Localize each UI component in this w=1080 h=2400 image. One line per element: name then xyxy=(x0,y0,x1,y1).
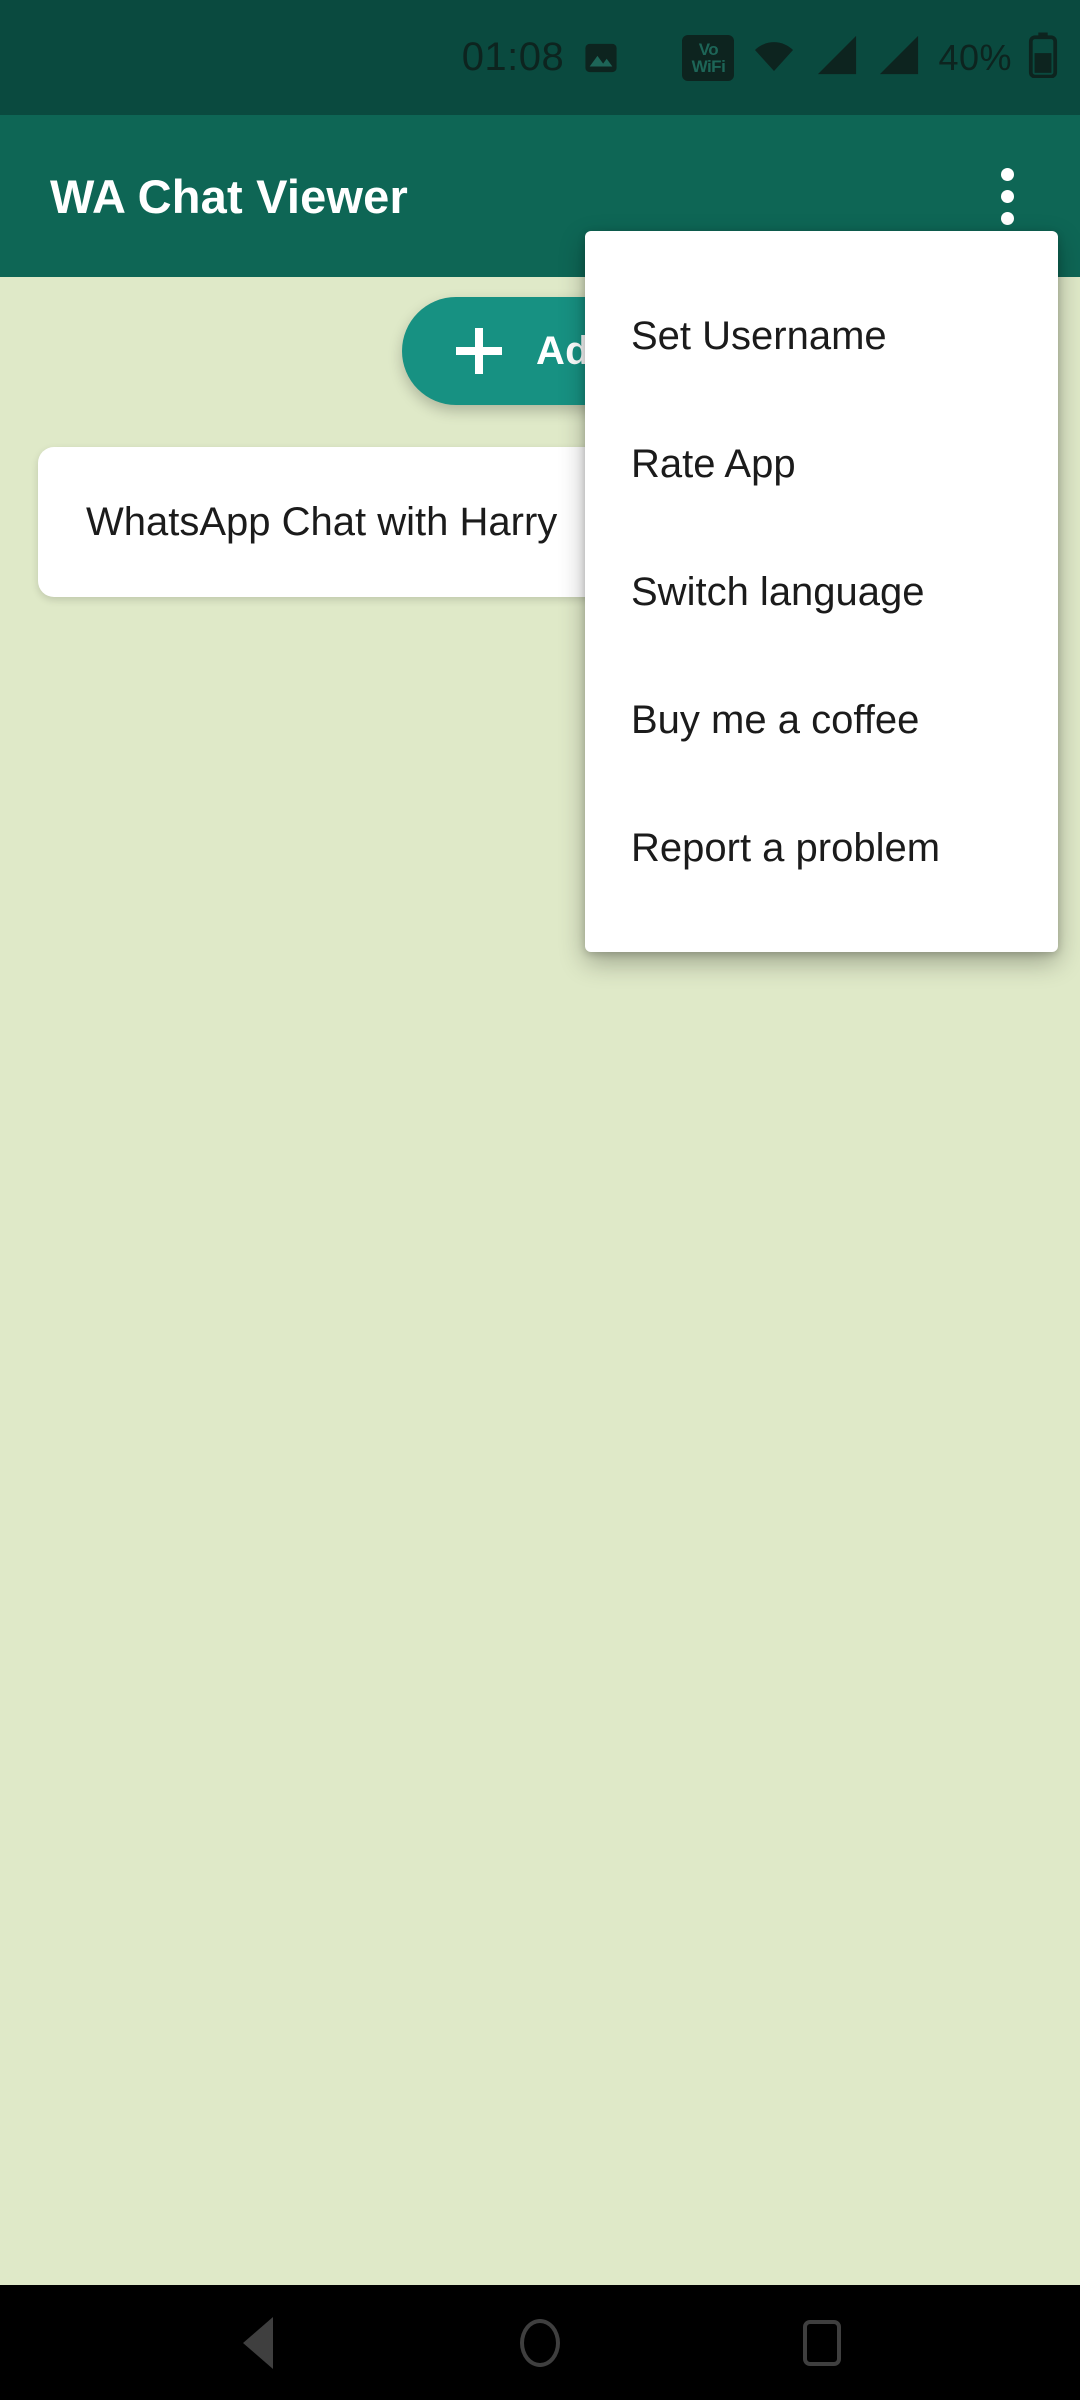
menu-item-label: Switch language xyxy=(631,569,925,614)
status-bar-right-group: Vo WiFi 40% xyxy=(682,0,1058,115)
menu-item-label: Rate App xyxy=(631,441,796,486)
vowifi-label-top: Vo xyxy=(698,39,719,59)
menu-item-set-username[interactable]: Set Username xyxy=(585,272,1058,400)
overflow-dot xyxy=(1000,167,1014,181)
page-title: WA Chat Viewer xyxy=(50,169,409,223)
vowifi-dual-sim-icon: Vo WiFi xyxy=(682,34,735,81)
menu-item-label: Report a problem xyxy=(631,825,941,870)
menu-item-switch-language[interactable]: Switch language xyxy=(585,528,1058,656)
back-triangle-icon[interactable] xyxy=(223,2308,293,2378)
battery-icon xyxy=(1028,32,1058,83)
overflow-dot xyxy=(1000,189,1014,203)
android-navigation-bar xyxy=(0,2285,1080,2400)
status-bar: 01:08 Vo WiFi 40% xyxy=(0,0,1080,115)
overflow-menu: Set Username Rate App Switch language Bu… xyxy=(585,231,1058,952)
more-vertical-icon[interactable] xyxy=(964,153,1050,239)
menu-item-rate-app[interactable]: Rate App xyxy=(585,400,1058,528)
phone-screen: 01:08 Vo WiFi 40% WA Chat Viewer Add Wha… xyxy=(0,0,1080,2400)
status-bar-clock: 01:08 xyxy=(461,35,565,79)
battery-percentage-label: 40% xyxy=(938,36,1012,78)
recents-square-icon[interactable] xyxy=(787,2308,857,2378)
vowifi-label-bottom: WiFi xyxy=(691,56,726,76)
plus-icon xyxy=(456,328,502,374)
home-circle-icon[interactable] xyxy=(505,2308,575,2378)
menu-item-buy-me-a-coffee[interactable]: Buy me a coffee xyxy=(585,656,1058,784)
menu-item-label: Set Username xyxy=(631,313,887,358)
image-icon xyxy=(584,41,618,75)
overflow-dot xyxy=(1000,211,1014,225)
menu-item-label: Buy me a coffee xyxy=(631,697,920,742)
signal-bars-icon-sim2 xyxy=(876,34,922,81)
signal-bars-icon-sim1 xyxy=(814,34,860,81)
wifi-icon xyxy=(750,35,798,80)
menu-item-report-a-problem[interactable]: Report a problem xyxy=(585,784,1058,912)
chat-item-title: WhatsApp Chat with Harry xyxy=(86,499,558,544)
